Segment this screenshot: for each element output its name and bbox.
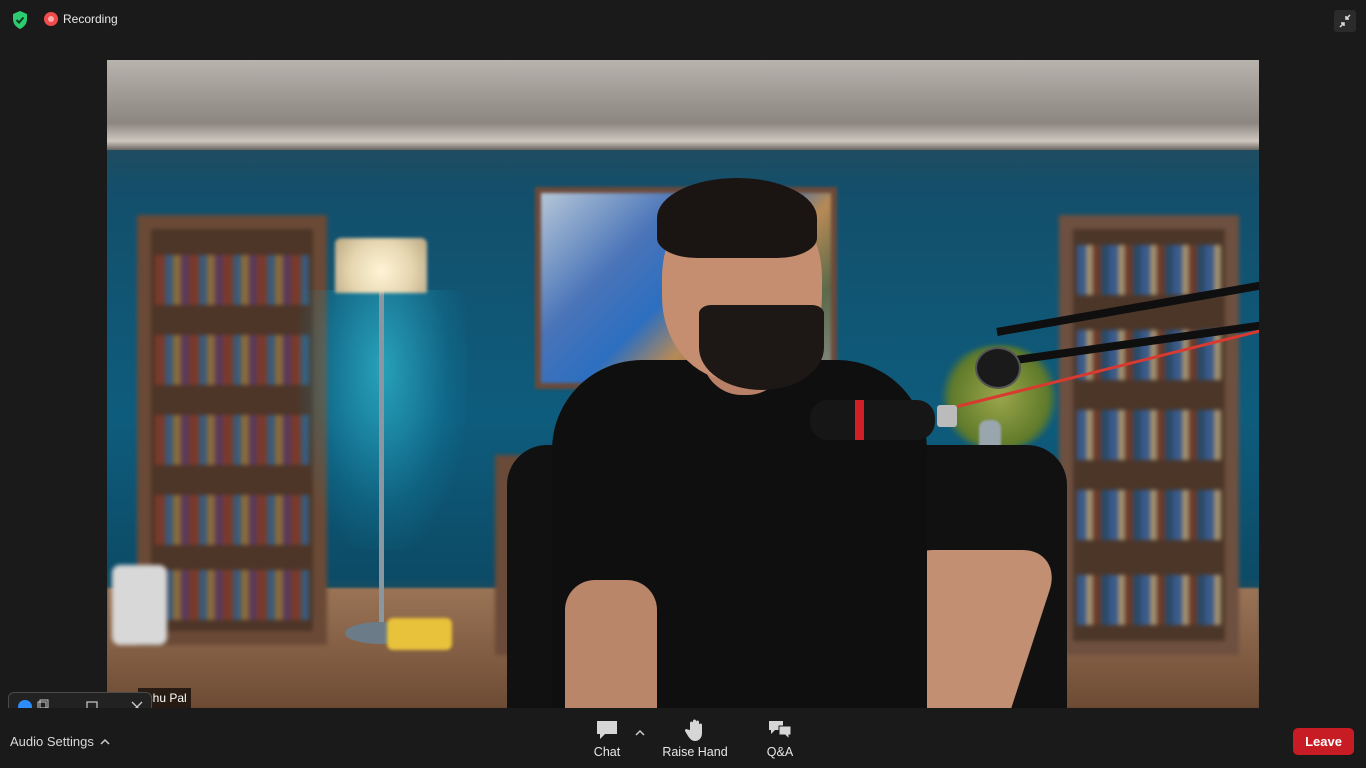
recording-indicator[interactable]: Recording [44, 12, 118, 26]
shield-check-icon[interactable] [10, 10, 30, 30]
audio-settings-button[interactable]: Audio Settings [10, 734, 110, 749]
person-hair [657, 178, 817, 258]
recording-label: Recording [63, 12, 118, 26]
toy-object [387, 618, 452, 650]
meeting-toolbar: Audio Settings Chat Raise Hand Q&A Leave [0, 708, 1366, 768]
audio-settings-label: Audio Settings [10, 734, 94, 749]
bookshelf-right [1059, 215, 1239, 655]
person-beard [699, 305, 824, 390]
microphone-mount [937, 405, 957, 427]
hand-icon [684, 719, 702, 741]
microphone [810, 400, 935, 440]
person-arm-left [565, 580, 657, 708]
exit-fullscreen-button[interactable] [1334, 10, 1356, 32]
qa-button[interactable]: Q&A [760, 718, 800, 759]
leave-button[interactable]: Leave [1293, 728, 1354, 755]
chevron-up-icon[interactable] [100, 738, 110, 746]
background-ceiling [107, 60, 1259, 150]
raise-hand-label: Raise Hand [662, 745, 728, 759]
chat-bubble-icon [597, 721, 617, 739]
top-bar: Recording [0, 0, 1366, 40]
white-object [112, 565, 167, 645]
boom-knob [975, 347, 1021, 389]
recording-dot-icon [44, 12, 58, 26]
microphone-ring [855, 400, 864, 440]
video-feed[interactable] [107, 60, 1259, 708]
exit-fullscreen-icon [1339, 14, 1351, 28]
lamp-pole [379, 290, 384, 630]
lamp-shade [335, 238, 427, 293]
qa-bubbles-icon [769, 721, 792, 741]
chat-button[interactable]: Chat [590, 718, 624, 759]
chat-label: Chat [593, 745, 621, 759]
qa-label: Q&A [766, 745, 794, 759]
chevron-up-icon[interactable] [633, 726, 647, 740]
raise-hand-button[interactable]: Raise Hand [660, 718, 730, 759]
